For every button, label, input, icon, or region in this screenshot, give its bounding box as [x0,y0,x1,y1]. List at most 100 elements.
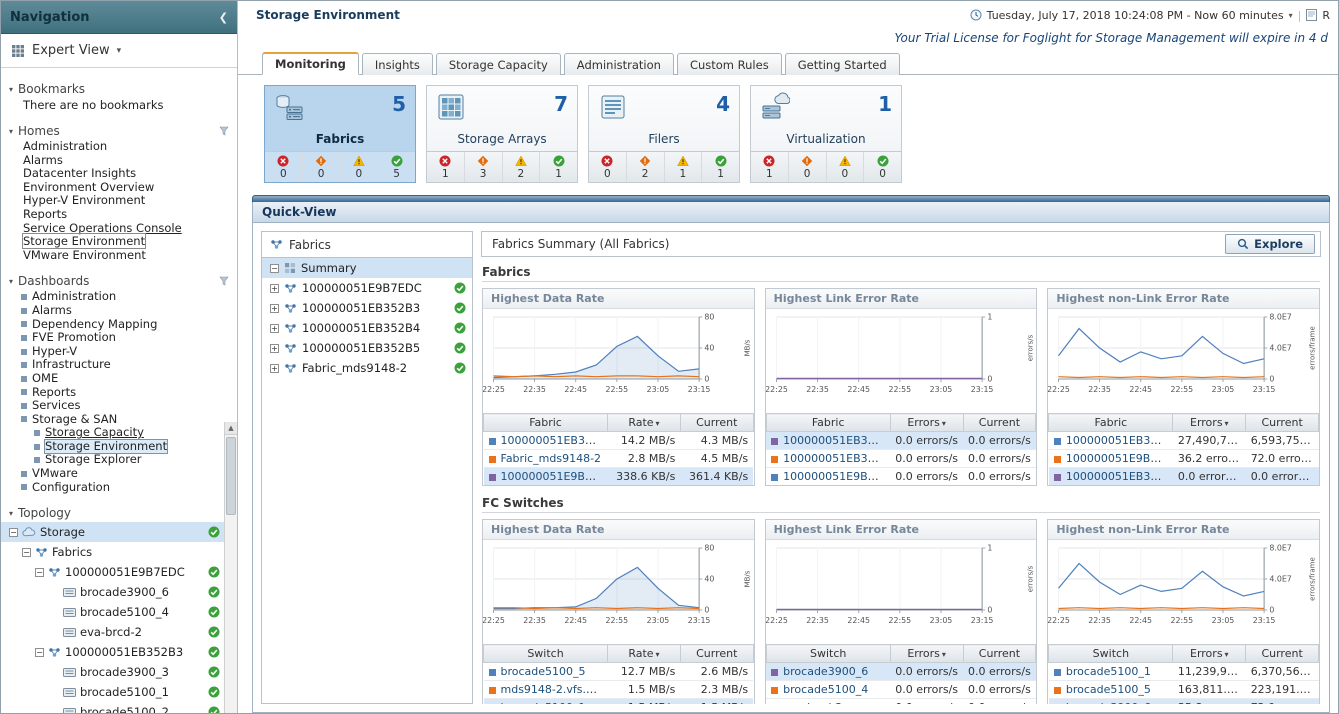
metric-row-brocade3900-6[interactable]: brocade3900_635.8 errors...72.0 errors..… [1049,699,1319,705]
quickview-tree-item-100000051e9b7edc[interactable]: +100000051E9B7EDC [262,278,472,298]
tab-monitoring[interactable]: Monitoring [262,52,359,75]
scrollbar-thumb[interactable] [226,437,236,515]
scroll-up-button[interactable]: ▲ [225,422,237,435]
tree-expander-icon[interactable]: + [270,304,279,313]
dashboards-item-storage-san[interactable]: Storage & SAN [1,413,237,427]
metric-row-brocade5100-4[interactable]: brocade5100_40.0 errors/s0.0 errors/s [766,681,1036,699]
tree-expander-icon[interactable]: − [35,648,44,657]
topology-node-brocade3900-6[interactable]: brocade3900_6 [1,582,237,602]
collapse-sidebar-icon[interactable]: ❮ [219,11,228,24]
quickview-tree-item-100000051eb352b3[interactable]: +100000051EB352B3 [262,298,472,318]
column-header-fabric[interactable]: Fabric [484,414,608,432]
column-header-rate[interactable]: Rate▾ [608,645,681,663]
dashboards-item-ome[interactable]: OME [1,372,237,386]
tab-administration[interactable]: Administration [564,53,674,75]
bookmarks-section-header[interactable]: ▾ Bookmarks [1,80,237,98]
dashboards-item-fve-promotion[interactable]: FVE Promotion [1,331,237,345]
metric-row-100000051eb352b4[interactable]: 100000051EB352B40.0 errors/s0.0 errors/s [766,432,1036,450]
metric-row-100000051e9b7edc[interactable]: 100000051E9B7EDC0.0 errors/s0.0 errors/s [766,468,1036,486]
tree-expander-icon[interactable]: + [270,284,279,293]
homes-item-reports[interactable]: Reports [1,208,237,222]
status-fatal-cell[interactable]: 1 [751,152,788,182]
tile-virtualization[interactable]: 1Virtualization1000 [750,85,902,183]
metric-row-brocade5100-1[interactable]: brocade5100_11.5 MB/s1.5 MB/s [484,699,754,705]
column-header-current[interactable]: Current [963,414,1036,432]
column-header-switch[interactable]: Switch [484,645,608,663]
status-critical-cell[interactable]: 0 [788,152,826,182]
tab-custom-rules[interactable]: Custom Rules [677,53,782,75]
status-fatal-cell[interactable]: 1 [427,152,464,182]
topology-node-100000051e9b7edc[interactable]: −100000051E9B7EDC [1,562,237,582]
dashboards-item-storage-environment[interactable]: Storage Environment [1,440,237,454]
homes-item-alarms[interactable]: Alarms [1,154,237,168]
panel-divider[interactable] [252,195,1330,202]
dashboards-item-reports[interactable]: Reports [1,386,237,400]
topology-node-storage[interactable]: −Storage [1,522,237,542]
column-header-errors[interactable]: Errors▾ [1173,414,1246,432]
status-critical-cell[interactable]: 0 [302,152,340,182]
status-warning-cell[interactable]: 2 [502,152,540,182]
timeframe-selector[interactable]: Tuesday, July 17, 2018 10:24:08 PM - Now… [970,9,1330,22]
status-critical-cell[interactable]: 3 [464,152,502,182]
tree-expander-icon[interactable]: − [270,264,279,273]
column-header-errors[interactable]: Errors▾ [1173,645,1246,663]
quickview-tree-item-summary[interactable]: −Summary [262,258,472,278]
tab-getting-started[interactable]: Getting Started [785,53,900,75]
view-selector[interactable]: Expert View ▾ [1,34,237,68]
column-header-current[interactable]: Current [680,414,753,432]
topology-node-eva-brcd-2[interactable]: eva-brcd-2 [1,622,237,642]
column-header-current[interactable]: Current [1246,414,1319,432]
column-header-current[interactable]: Current [680,645,753,663]
tab-storage-capacity[interactable]: Storage Capacity [436,53,561,75]
status-warning-cell[interactable]: 1 [664,152,702,182]
tile-fabrics[interactable]: 5Fabrics0005 [264,85,416,183]
metric-row-mds9148-2-vfs-stc[interactable]: mds9148-2.vfs.stc...1.5 MB/s2.3 MB/s [484,681,754,699]
dashboards-item-storage-capacity[interactable]: Storage Capacity [1,426,237,440]
dashboards-item-hyper-v[interactable]: Hyper-V [1,345,237,359]
status-warning-cell[interactable]: 0 [826,152,864,182]
metric-row-brocade3900-6[interactable]: brocade3900_60.0 errors/s0.0 errors/s [766,663,1036,681]
tree-expander-icon[interactable]: − [9,528,18,537]
metric-row-100000051eb352b3[interactable]: 100000051EB352B30.0 errors/s0.0 errors/s [766,450,1036,468]
sidebar-scrollbar[interactable]: ▲ [224,422,237,713]
homes-item-datacenter-insights[interactable]: Datacenter Insights [1,167,237,181]
reports-link[interactable]: R [1322,9,1330,22]
dashboards-item-administration[interactable]: Administration [1,290,237,304]
metric-row-brocade5100-5[interactable]: brocade5100_5163,811.1...223,191.7... [1049,681,1319,699]
topology-node-brocade5100-2[interactable]: brocade5100_2 [1,702,237,713]
column-header-current[interactable]: Current [963,645,1036,663]
topology-section-header[interactable]: ▾ Topology [1,504,237,522]
homes-item-environment-overview[interactable]: Environment Overview [1,181,237,195]
metric-row-eva-brcd-2[interactable]: eva-brcd-20.0 errors/s0.0 errors/s [766,699,1036,705]
metric-row-brocade5100-5[interactable]: brocade5100_512.7 MB/s2.6 MB/s [484,663,754,681]
tree-expander-icon[interactable]: − [35,568,44,577]
quickview-tree-item-100000051eb352b4[interactable]: +100000051EB352B4 [262,318,472,338]
dashboards-section-header[interactable]: ▾ Dashboards [1,272,237,290]
dashboards-item-alarms[interactable]: Alarms [1,304,237,318]
homes-item-hyper-v-environment[interactable]: Hyper-V Environment [1,194,237,208]
status-normal-cell[interactable]: 1 [701,152,739,182]
metric-row-100000051eb352b3[interactable]: 100000051EB352B327,490,703...6,593,754..… [1049,432,1319,450]
status-normal-cell[interactable]: 1 [539,152,577,182]
homes-section-header[interactable]: ▾ Homes [1,122,237,140]
status-fatal-cell[interactable]: 0 [265,152,302,182]
tile-filers[interactable]: 4Filers0211 [588,85,740,183]
status-fatal-cell[interactable]: 0 [589,152,626,182]
topology-node-100000051eb352b3[interactable]: −100000051EB352B3 [1,642,237,662]
dashboards-item-storage-explorer[interactable]: Storage Explorer [1,453,237,467]
tree-expander-icon[interactable]: − [22,548,31,557]
tree-expander-icon[interactable]: + [270,344,279,353]
column-header-errors[interactable]: Errors▾ [890,645,963,663]
dashboards-item-vmware[interactable]: VMware [1,467,237,481]
status-warning-cell[interactable]: 0 [340,152,378,182]
explore-button[interactable]: Explore [1225,234,1315,254]
column-header-errors[interactable]: Errors▾ [890,414,963,432]
status-critical-cell[interactable]: 2 [626,152,664,182]
column-header-current[interactable]: Current [1246,645,1319,663]
filter-icon[interactable] [219,276,229,286]
column-header-rate[interactable]: Rate▾ [608,414,681,432]
filter-icon[interactable] [219,126,229,136]
topology-node-brocade5100-1[interactable]: brocade5100_1 [1,682,237,702]
dashboards-item-configuration[interactable]: Configuration [1,481,237,495]
homes-item-storage-environment[interactable]: Storage Environment [1,235,237,249]
